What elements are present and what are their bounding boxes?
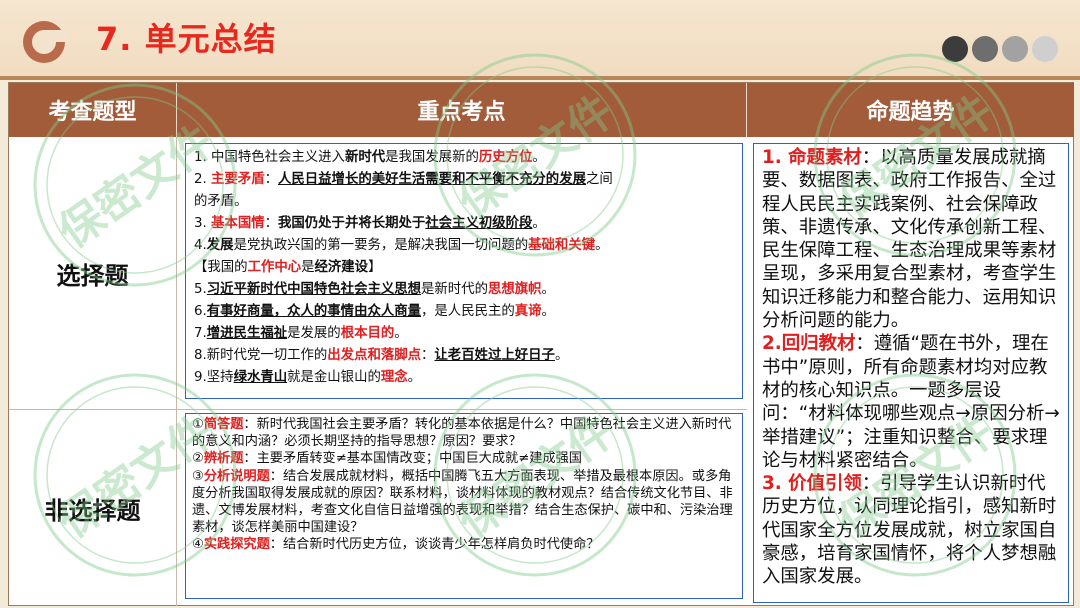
header-divider [0, 76, 1080, 80]
question-discrimination: ②辨析题：主要矛盾转变≠基本国情改变；中国巨大成就≠建成强国 [192, 451, 582, 467]
dot-3 [1002, 36, 1028, 62]
trend-box: 1. 命题素材：以高质量发展成就摘要、数据图表、政府工作报告、全过程人民民主实践… [753, 143, 1069, 603]
key-point-line: 4.发展是党执政兴国的第一要务，是解决我国一切问题的基础和关键。 [194, 238, 609, 253]
question-short-answer: ①简答题：新时代我国社会主要矛盾？转化的基本依据是什么？中国特色社会主义进入新时… [192, 417, 732, 450]
dot-2 [972, 36, 998, 62]
slide-dots [942, 36, 1058, 62]
key-point-line: 的矛盾。 [194, 194, 248, 209]
summary-table: 考查题型 重点考点 命题趋势 选择题 非选择题 1. 中国特色社会主义进入新时代… [8, 82, 1074, 606]
key-point-line: 【我国的工作中心是经济建设】 [194, 260, 382, 275]
key-point-line: 5.习近平新时代中国特色社会主义思想是新时代的思想旗帜。 [194, 282, 555, 297]
key-point-line: 2. 主要矛盾：人民日益增长的美好生活需要和不平衡不充分的发展之间 [194, 172, 613, 187]
row-label-choice: 选择题 [9, 137, 177, 409]
trend-value: 3. 价值引领：引导学生认识新时代历史方位，认同理论指引，感知新时代国家全方位发… [762, 473, 1057, 588]
key-point-line: 1. 中国特色社会主义进入新时代是我国发展新的历史方位。 [194, 150, 546, 165]
trend-textbook: 2.回归教材：遵循“题在书外，理在书中”原则，所有命题素材均对应教材的核心知识点… [762, 333, 1060, 471]
dot-1 [942, 36, 968, 62]
trend-material: 1. 命题素材：以高质量发展成就摘要、数据图表、政府工作报告、全过程人民民主实践… [762, 147, 1057, 332]
row-label-non-choice: 非选择题 [9, 410, 177, 606]
question-practice: ④实践探究题：结合新时代历史方位，谈谈青少年怎样肩负时代使命？ [192, 537, 600, 553]
key-point-line: 8.新时代党一切工作的出发点和落脚点：让老百姓过上好日子。 [194, 348, 569, 363]
logo-ring-icon [23, 21, 68, 63]
key-points-box: 1. 中国特色社会主义进入新时代是我国发展新的历史方位。 2. 主要矛盾：人民日… [185, 143, 743, 399]
header-key-points: 重点考点 [177, 83, 747, 137]
question-analysis: ③分析说明题：结合发展成就材料，概括中国腾飞五大方面表现、举措及最根本原因。或多… [192, 468, 733, 536]
key-point-line: 7.增进民生福祉是发展的根本目的。 [194, 326, 408, 341]
dot-4 [1032, 36, 1058, 62]
header-trend: 命题趋势 [747, 83, 1074, 137]
header-question-type: 考查题型 [9, 83, 177, 137]
key-point-line: 9.坚持绿水青山就是金山银山的理念。 [194, 370, 422, 385]
key-point-line: 6.有事好商量，众人的事情由众人商量，是人民民主的真谛。 [194, 304, 555, 319]
page-title: 7. 单元总结 [96, 20, 277, 58]
key-point-line: 3. 基本国情：我国仍处于并将长期处于社会主义初级阶段。 [194, 216, 546, 231]
non-choice-box: ①简答题：新时代我国社会主要矛盾？转化的基本依据是什么？中国特色社会主义进入新时… [185, 413, 743, 599]
